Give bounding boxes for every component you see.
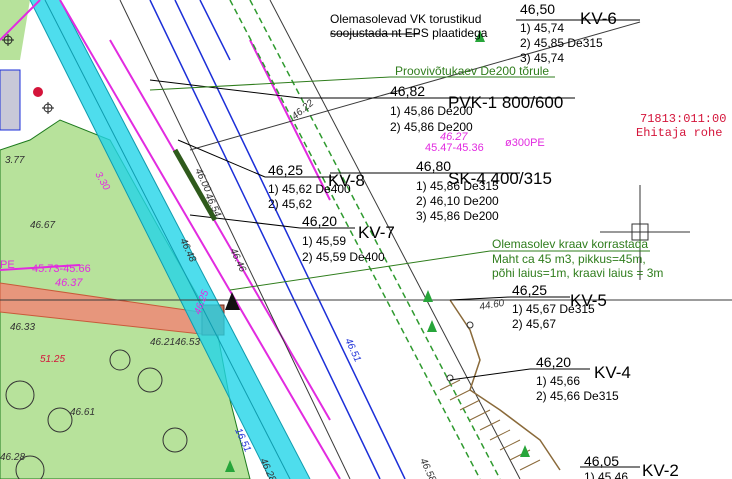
kv6-name: KV-6 [580, 9, 617, 28]
spot-height: 46.33 [10, 322, 35, 333]
spot-height: 46.28 [257, 457, 278, 479]
sk4-top: 46,80 [416, 158, 451, 174]
spot-height: 46.48 [177, 237, 198, 265]
spot-height: 46.61 [70, 407, 95, 418]
kv2-top: 46,05 [584, 453, 619, 469]
kv4-top: 46,20 [536, 354, 571, 370]
spot-height: 46.67 [30, 220, 55, 231]
kv7-name: KV-7 [358, 223, 395, 242]
spot-height: 3.30 [92, 170, 111, 193]
pe-main: ø300PE [505, 137, 545, 149]
kv8-l2: 2) 45,62 [268, 197, 312, 211]
spot-height: 46.22 [290, 98, 317, 123]
label-layer: 46,50 KV-6 1) 45,74 2) 45,85 De315 3) 45… [0, 1, 726, 479]
kv7-l2: 2) 45,59 De400 [302, 250, 385, 264]
pvk1-top: 46,82 [390, 83, 425, 99]
cadastre-owner: Ehitaja rohe [636, 126, 722, 140]
pe-range: 45.47-45.36 [425, 142, 484, 154]
kv5-l1: 1) 45,67 De315 [512, 302, 595, 316]
spot-height: 46.54 [202, 192, 223, 220]
sk4-l1: 1) 45,86 De315 [416, 179, 499, 193]
spot-height: 46.46 [227, 247, 248, 275]
spot-height: 51.25 [40, 354, 65, 365]
plan-drawing: 46,50 KV-6 1) 45,74 2) 45,85 De315 3) 45… [0, 0, 732, 479]
kv8-l1: 1) 45,62 De400 [268, 182, 351, 196]
note-ditch-3: põhi laius=1m, kraavi laius = 3m [492, 266, 663, 280]
spot-height: 3.77 [5, 155, 25, 166]
kv6-l1: 1) 45,74 [520, 21, 564, 35]
spot-height: 44.60 [479, 298, 506, 313]
spot-height: 46.00 [192, 167, 213, 195]
sk4-l3: 3) 45,86 De200 [416, 209, 499, 223]
note-ditch-2: Maht ca 45 m3, pikkus=45m, [492, 252, 646, 266]
sk4-l2: 2) 46,10 De200 [416, 194, 499, 208]
kv6-l3: 3) 45,74 [520, 51, 564, 65]
note-existing-1: Olemasolevad VK torustikud [330, 12, 481, 26]
note-test-well: Proovivõtukaev De200 tõrule [395, 64, 549, 78]
left-range: 45.73-45.66 [32, 263, 91, 275]
kv6-top: 46,50 [520, 1, 555, 17]
kv5-l2: 2) 45,67 [512, 317, 556, 331]
spot-height: 46.21 [150, 337, 175, 348]
kv2-name: KV-2 [642, 461, 679, 479]
kv7-top: 46,20 [302, 213, 337, 229]
cadastre-number: 71813:011:00 [640, 112, 726, 126]
spot-height: 46.53 [175, 337, 200, 348]
kv7-l1: 1) 45,59 [302, 234, 346, 248]
kv4-l1: 1) 45,66 [536, 374, 580, 388]
spot-height: 16.51 [232, 427, 253, 454]
left-elev: 46.37 [55, 277, 83, 289]
kv2-l1: 1) 45,46 [584, 470, 628, 479]
kv5-top: 46,25 [512, 282, 547, 298]
spot-height: 46.28 [0, 452, 25, 463]
left-pe: PE [0, 259, 15, 271]
kv8-top: 46,25 [268, 162, 303, 178]
kv4-name: KV-4 [594, 363, 631, 382]
spot-height: 46.25 [192, 288, 211, 316]
note-ditch-1: Olemasolev kraav korrastada [492, 237, 648, 251]
spot-height: 46.51 [342, 337, 363, 364]
pvk1-l1: 1) 45,86 De200 [390, 104, 473, 118]
spot-height: 46.58 [417, 457, 438, 479]
kv4-l2: 2) 45,66 De315 [536, 389, 619, 403]
note-existing-2: soojustada nt EPS plaatidega [330, 26, 488, 40]
kv6-l2: 2) 45,85 De315 [520, 36, 603, 50]
